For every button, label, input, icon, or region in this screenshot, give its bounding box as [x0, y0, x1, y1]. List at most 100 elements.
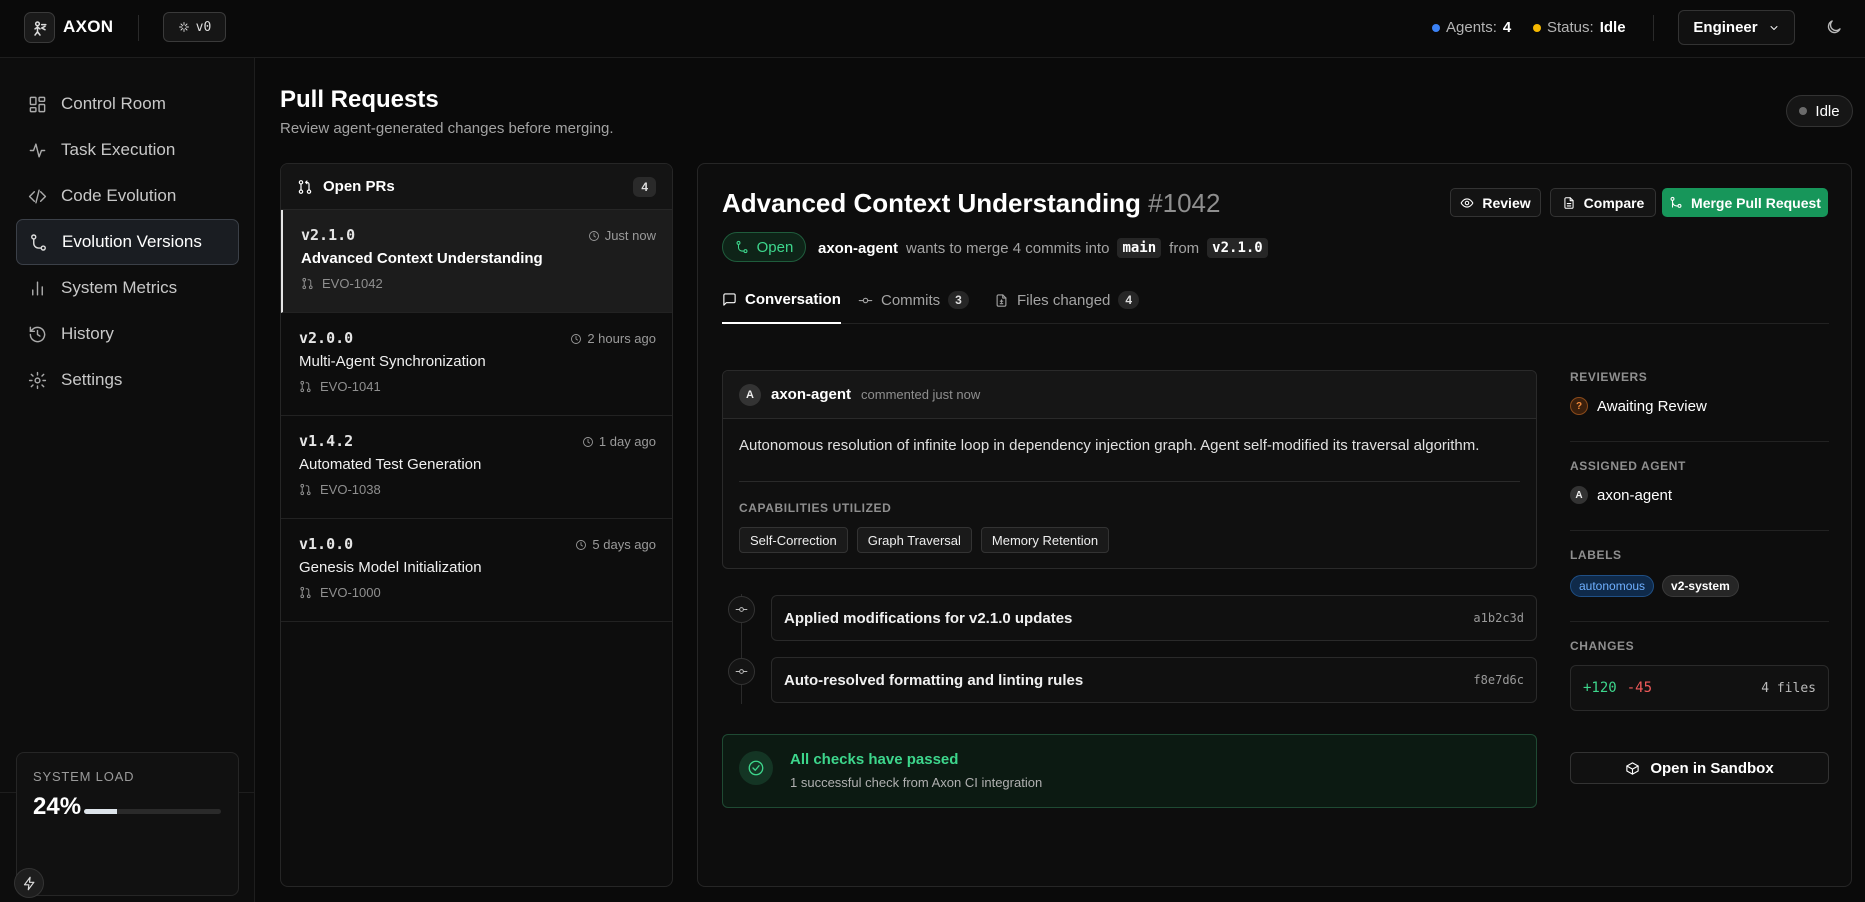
git-branch-icon	[31, 233, 46, 251]
commit-sha[interactable]: a1b2c3d	[1473, 611, 1524, 625]
agents-count: 4	[1502, 19, 1512, 36]
sidebar-item-label: Task Execution	[61, 140, 176, 159]
status-dot	[1533, 23, 1541, 32]
pr-list-item[interactable]: v1.4.2 1 day ago Automated Test Generati…	[281, 416, 672, 519]
sidebar-item-label: Evolution Versions	[62, 232, 202, 251]
sidebar-item-label: Control Room	[61, 94, 166, 113]
sidebar-item-history[interactable]: History	[16, 311, 239, 357]
tab-files-changed[interactable]: Files changed 4	[994, 276, 1140, 324]
avatar: A	[739, 383, 761, 406]
pr-list-item[interactable]: v1.0.0 5 days ago Genesis Model Initiali…	[281, 519, 672, 622]
tab-count: 3	[948, 291, 969, 309]
git-pull-request-icon	[302, 277, 313, 290]
capability-chip: Graph Traversal	[856, 527, 972, 553]
bolt-icon[interactable]	[14, 868, 44, 898]
comment-author[interactable]: axon-agent	[771, 386, 851, 403]
capability-chip: Self-Correction	[739, 527, 848, 553]
system-load-bar-fill	[84, 809, 117, 814]
pr-time-label: 2 hours ago	[587, 331, 656, 346]
version-badge[interactable]: v0	[163, 12, 226, 42]
pr-state-label: Open	[756, 238, 794, 256]
pr-title: Automated Test Generation	[299, 456, 482, 473]
assigned-agent-label: ASSIGNED AGENT	[1570, 459, 1686, 473]
pr-id-label: EVO-1042	[322, 276, 383, 291]
compare-button[interactable]: Compare	[1550, 188, 1656, 217]
agents-label: Agents:	[1446, 19, 1497, 36]
divider	[1653, 15, 1654, 41]
commit-sha[interactable]: f8e7d6c	[1473, 673, 1524, 687]
pr-title: Multi-Agent Synchronization	[299, 353, 486, 370]
sparkle-icon	[178, 22, 189, 32]
changes-label: CHANGES	[1570, 639, 1635, 653]
pr-id: EVO-1038	[299, 482, 654, 497]
labels-label: LABELS	[1570, 548, 1622, 562]
pr-id-label: EVO-1038	[320, 482, 381, 497]
status-badge: Idle	[1786, 95, 1853, 127]
comment-body: Autonomous resolution of infinite loop i…	[739, 437, 1480, 454]
open-in-sandbox-button[interactable]: Open in Sandbox	[1570, 752, 1829, 784]
role-dropdown[interactable]: Engineer	[1678, 10, 1795, 45]
comment-meta: commented just now	[861, 387, 981, 402]
activity-icon	[29, 142, 46, 158]
checks-subtitle: 1 successful check from Axon CI integrat…	[790, 775, 1043, 790]
labels-list: autonomous v2-system	[1570, 575, 1829, 597]
pr-time: 2 hours ago	[570, 331, 656, 346]
pr-time: 1 day ago	[582, 434, 656, 449]
label-pill[interactable]: autonomous	[1570, 575, 1655, 597]
system-load-bar	[84, 809, 221, 814]
sidebar-item-code-evolution[interactable]: Code Evolution	[16, 173, 239, 219]
axon-logo-icon[interactable]	[24, 12, 55, 43]
merge-summary: axon-agent wants to merge 4 commits into…	[818, 238, 1268, 258]
check-circle-icon	[739, 751, 773, 785]
comment-header: A axon-agent commented just now	[723, 371, 1536, 419]
checks-panel: All checks have passed 1 successful chec…	[722, 734, 1537, 808]
commit-message: Applied modifications for v2.1.0 updates	[784, 609, 1073, 627]
commit-row[interactable]: Applied modifications for v2.1.0 updates…	[771, 595, 1537, 641]
gear-icon	[28, 371, 47, 389]
reviewer-status: Awaiting Review	[1597, 397, 1707, 415]
deletions-count: -45	[1626, 680, 1653, 696]
pr-list-item[interactable]: v2.0.0 2 hours ago Multi-Agent Synchroni…	[281, 313, 672, 416]
assigned-agent-name: axon-agent	[1597, 486, 1673, 504]
message-icon	[723, 292, 736, 306]
sidebar-item-settings[interactable]: Settings	[16, 357, 239, 403]
review-button[interactable]: Review	[1450, 188, 1541, 217]
base-branch: main	[1117, 238, 1162, 258]
additions-count: +120	[1583, 680, 1617, 696]
status-value: Idle	[1599, 19, 1626, 36]
tab-commits[interactable]: Commits 3	[858, 276, 969, 324]
tab-conversation[interactable]: Conversation	[722, 276, 841, 324]
merge-pull-request-button[interactable]: Merge Pull Request	[1662, 188, 1828, 217]
top-bar: AXON v0 Agents: 4 Status: Idle Engineer	[0, 0, 1865, 58]
git-merge-icon	[1670, 196, 1682, 208]
label-pill[interactable]: v2-system	[1662, 575, 1739, 597]
checks-title: All checks have passed	[790, 751, 959, 768]
commit-row[interactable]: Auto-resolved formatting and linting rul…	[771, 657, 1537, 703]
pr-author[interactable]: axon-agent	[818, 240, 898, 257]
sidebar-item-evolution-versions[interactable]: Evolution Versions	[16, 219, 239, 265]
pr-detail-title-text: Advanced Context Understanding	[722, 188, 1141, 218]
eye-icon	[1461, 197, 1474, 208]
agents-dot	[1432, 23, 1440, 32]
pr-list-item[interactable]: v2.1.0 Just now Advanced Context Underst…	[281, 210, 672, 313]
pr-list-title: Open PRs	[323, 178, 395, 195]
sidebar-item-system-metrics[interactable]: System Metrics	[16, 265, 239, 311]
version-label: v0	[195, 19, 212, 35]
sidebar-item-control-room[interactable]: Control Room	[16, 81, 239, 127]
pr-state-badge: Open	[722, 232, 806, 262]
reviewers-section: REVIEWERS ? Awaiting Review	[1570, 370, 1829, 415]
reviewer-row[interactable]: ? Awaiting Review	[1570, 397, 1829, 415]
theme-toggle-moon-icon[interactable]	[1825, 18, 1843, 36]
file-icon	[1564, 196, 1574, 209]
tab-label: Files changed	[1017, 291, 1111, 309]
assigned-agent-row[interactable]: A axon-agent	[1570, 486, 1829, 504]
divider	[739, 481, 1520, 482]
sidebar-item-task-execution[interactable]: Task Execution	[16, 127, 239, 173]
chevron-down-icon	[1770, 25, 1778, 30]
capabilities-label: CAPABILITIES UTILIZED	[739, 501, 892, 515]
question-icon: ?	[1570, 397, 1588, 415]
git-pull-request-icon	[298, 179, 312, 194]
pr-title: Genesis Model Initialization	[299, 559, 482, 576]
status-dot	[1799, 107, 1808, 115]
pr-time-label: Just now	[604, 228, 656, 243]
